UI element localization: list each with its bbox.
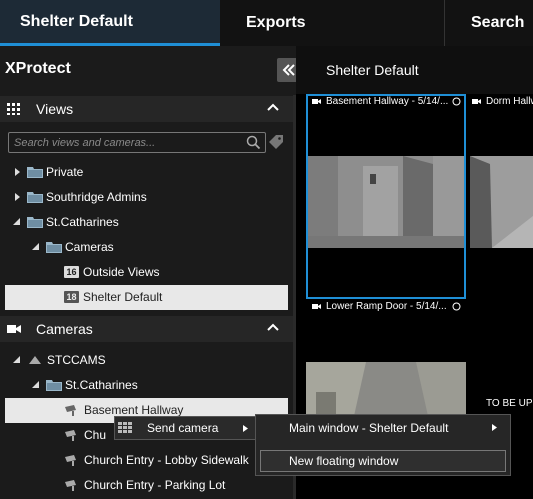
cctv-camera-icon <box>65 430 76 441</box>
tree-item-label: St.Catharines <box>46 215 119 229</box>
folder-open-icon <box>46 242 62 253</box>
tile-label-text: Lower Ramp Door - 5/14/... <box>326 301 447 312</box>
cctv-camera-icon <box>65 405 76 416</box>
tree-item-private[interactable]: Private <box>12 160 83 184</box>
collapse-arrow-icon[interactable] <box>31 242 41 252</box>
folder-open-icon <box>46 380 62 391</box>
status-circle-icon <box>452 97 461 106</box>
cctv-camera-icon <box>65 480 76 491</box>
tree-item-label: Church Entry - Parking Lot <box>84 478 226 492</box>
server-icon <box>29 356 41 364</box>
tag-filter-icon[interactable] <box>268 134 286 150</box>
camera-feed-dorm <box>470 156 533 248</box>
cameras-section-header[interactable]: Cameras <box>0 316 293 342</box>
tile-label-dorm: Dorm Hallw <box>472 96 533 107</box>
tile-label-text: Basement Hallway - 5/14/... <box>326 96 449 107</box>
tree-item-st-catharines[interactable]: St.Catharines <box>12 210 119 234</box>
status-circle-icon <box>452 302 461 311</box>
menu-item-main-window[interactable]: Main window - Shelter Default <box>289 418 511 438</box>
chevron-up-icon[interactable] <box>267 103 279 111</box>
app-title: XProtect <box>5 60 71 77</box>
tile-label-text: Dorm Hallw <box>486 96 533 107</box>
views-section-header[interactable]: Views <box>0 96 293 122</box>
expand-arrow-icon[interactable] <box>12 167 22 177</box>
tree-item-church[interactable]: Chu <box>64 423 106 447</box>
tile-label-basement: Basement Hallway - 5/14/... <box>312 96 448 107</box>
search-input[interactable] <box>9 133 241 152</box>
double-chevron-left-icon <box>282 64 295 76</box>
chevron-up-icon[interactable] <box>267 323 279 331</box>
folder-icon <box>27 192 43 203</box>
tree-item-label: St.Catharines <box>65 378 138 392</box>
folder-open-icon <box>27 217 43 228</box>
camera-feed-basement <box>308 156 464 248</box>
tab-exports[interactable]: Exports <box>220 0 444 46</box>
camera-icon <box>312 99 321 104</box>
tree-item-church-parking[interactable]: Church Entry - Parking Lot <box>64 473 225 497</box>
views-section-title: Views <box>36 101 74 117</box>
tree-item-label: Private <box>46 165 84 179</box>
camera-icon <box>312 304 321 309</box>
cctv-camera-icon <box>65 455 76 466</box>
tree-item-church-lobby[interactable]: Church Entry - Lobby Sidewalk <box>64 448 249 472</box>
tree-item-label: Outside Views <box>83 265 160 279</box>
menu-item-new-floating-window[interactable]: New floating window <box>289 451 398 471</box>
menu-item-label: New floating window <box>289 454 399 468</box>
tree-item-label: Cameras <box>65 240 114 254</box>
camera-icon <box>472 99 481 104</box>
folder-icon <box>27 167 43 178</box>
tree-item-label: Basement Hallway <box>84 403 184 417</box>
search-box <box>8 132 266 153</box>
collapse-arrow-icon[interactable] <box>31 380 41 390</box>
tree-item-label: Southridge Admins <box>46 190 147 204</box>
tile-label-lower-ramp: Lower Ramp Door - 5/14/... <box>312 301 447 312</box>
expand-arrow-icon[interactable] <box>12 192 22 202</box>
tile-overlay-text: TO BE UP <box>486 398 533 409</box>
tree-item-shelter-default[interactable]: 18 Shelter Default <box>64 285 162 309</box>
tree-item-label: Church Entry - Lobby Sidewalk <box>84 453 249 467</box>
menu-item-label: Main window - Shelter Default <box>289 421 449 435</box>
tab-search[interactable]: Search <box>444 0 533 46</box>
submenu-arrow-icon <box>492 424 497 431</box>
grid-icon <box>118 422 132 433</box>
view-layout-icon: 16 <box>64 266 79 278</box>
collapse-arrow-icon[interactable] <box>12 355 22 365</box>
tree-item-outside-views[interactable]: 16 Outside Views <box>64 260 159 284</box>
camera-icon <box>7 325 21 333</box>
grid-icon <box>7 103 20 115</box>
view-title: Shelter Default <box>326 62 419 78</box>
tree-item-stccams[interactable]: STCCAMS <box>12 348 106 372</box>
tree-item-st-catharines-cams[interactable]: St.Catharines <box>31 373 138 397</box>
tree-item-label: STCCAMS <box>47 353 106 367</box>
menu-item-label: Send camera <box>147 421 219 435</box>
menu-item-send-camera[interactable]: Send camera <box>114 416 256 440</box>
tab-shelter-default[interactable]: Shelter Default <box>0 0 220 46</box>
tree-item-label: Shelter Default <box>83 290 163 304</box>
tree-item-cameras-folder[interactable]: Cameras <box>31 235 114 259</box>
tree-item-southridge-admins[interactable]: Southridge Admins <box>12 185 147 209</box>
view-layout-icon: 18 <box>64 291 79 303</box>
search-icon[interactable] <box>246 135 261 150</box>
cameras-section-title: Cameras <box>36 321 93 337</box>
tree-item-label: Chu <box>84 428 107 442</box>
submenu-arrow-icon <box>243 425 248 432</box>
collapse-arrow-icon[interactable] <box>12 217 22 227</box>
